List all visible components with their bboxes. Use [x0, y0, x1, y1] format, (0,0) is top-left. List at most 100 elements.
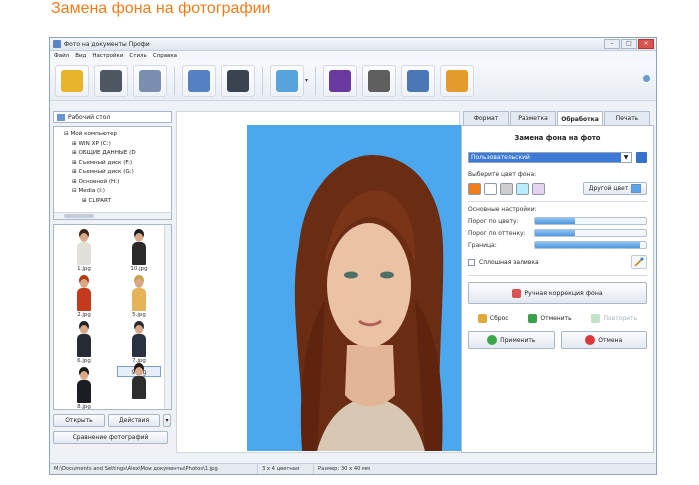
color-threshold-slider[interactable] — [534, 217, 647, 225]
divider — [468, 275, 647, 276]
color-swatch-gray[interactable] — [500, 182, 513, 195]
menu-settings[interactable]: Настройки — [92, 53, 123, 59]
solid-fill-checkbox[interactable] — [468, 258, 475, 266]
close-button[interactable]: × — [638, 39, 654, 49]
shop-button[interactable] — [440, 64, 475, 97]
check-icon — [487, 335, 498, 345]
actions-button[interactable]: Действия — [108, 414, 160, 427]
color-swatch-white[interactable] — [484, 182, 497, 195]
menu-file[interactable]: Файл — [54, 53, 69, 59]
person-button[interactable] — [182, 64, 216, 97]
thumbnail-item[interactable]: 2.jpg — [62, 274, 106, 318]
camera-button[interactable] — [221, 64, 255, 97]
save-floppy-icon — [100, 69, 122, 92]
video-button[interactable] — [362, 64, 397, 97]
open-folder-icon — [61, 69, 83, 92]
actions-dropdown-arrow-icon[interactable]: ▾ — [163, 414, 171, 427]
toolbar: ▾ — [50, 61, 656, 101]
help-dot-icon[interactable] — [643, 75, 650, 82]
thumbnail-scrollbar[interactable] — [164, 225, 171, 409]
processing-panel: Замена фона на фото Пользовательский ▼ В… — [461, 125, 654, 453]
cancel-icon — [585, 335, 596, 345]
color-swatch-lavender[interactable] — [532, 182, 545, 195]
apply-button[interactable]: Применить — [468, 331, 555, 349]
tab-print[interactable]: Печать — [604, 111, 650, 125]
open-button[interactable] — [55, 64, 89, 97]
cancel-button[interactable]: Отмена — [560, 331, 647, 349]
divider — [468, 201, 647, 202]
undo-button[interactable]: Отменить — [528, 314, 572, 323]
thumbnail-item-selected[interactable]: 9.jpg — [117, 366, 161, 399]
reset-button[interactable]: Сброс — [477, 314, 509, 323]
photo-thumbnail — [131, 367, 147, 399]
photo-thumbnail — [76, 371, 92, 403]
tree-item[interactable]: ⊟ Media (I:) — [64, 187, 171, 197]
photo-correction-button[interactable] — [270, 64, 304, 97]
folder-select[interactable]: Рабочий стол — [53, 111, 172, 123]
portrait-image — [294, 155, 444, 451]
thumbnail-item[interactable]: 1.jpg — [62, 228, 106, 272]
minimize-button[interactable]: – — [604, 39, 620, 49]
toolbar-separator — [315, 66, 317, 95]
thumbnail-item[interactable]: 8.jpg — [62, 366, 106, 410]
redo-button[interactable]: Повторить — [591, 314, 637, 323]
home-button[interactable] — [401, 64, 436, 97]
person-icon — [188, 69, 210, 92]
status-path: M:\Documents and Settings\Alex\Мои докум… — [50, 464, 258, 474]
tab-processing[interactable]: Обработка — [557, 111, 603, 126]
photo-thumbnail — [131, 279, 147, 311]
home-icon — [407, 69, 430, 92]
tree-item[interactable]: ⊞ CLIPART — [64, 197, 171, 207]
maximize-button[interactable]: □ — [621, 39, 637, 49]
tab-format[interactable]: Формат — [463, 111, 509, 125]
preset-select[interactable]: Пользовательский ▼ — [468, 152, 632, 163]
background-color-label: Выберите цвет фона: — [468, 171, 537, 178]
scroll-thumb[interactable] — [64, 214, 94, 218]
other-color-button[interactable]: Другой цвет — [583, 182, 647, 195]
menu-style[interactable]: Стиль — [129, 53, 146, 59]
folder-tree: ⊟ Мой компьютер ⊞ WIN XP (C:) ⊞ ОБЩИЕ ДА… — [53, 126, 172, 220]
color-threshold-label: Порог по цвету: — [468, 217, 519, 225]
camera-icon — [227, 69, 249, 92]
magic-wand-icon[interactable] — [631, 255, 647, 269]
chevron-down-icon: ▼ — [623, 154, 629, 161]
app-window: Фото на документы Профи – □ × Файл Вид Н… — [49, 37, 657, 475]
border-label: Граница: — [468, 241, 497, 249]
thumbnail-item[interactable]: 5.jpg — [117, 274, 161, 318]
color-swatch-light-blue[interactable] — [516, 182, 529, 195]
help-button[interactable] — [323, 64, 358, 97]
hue-threshold-slider[interactable] — [534, 229, 647, 237]
dropdown-arrow-icon[interactable]: ▾ — [305, 77, 308, 84]
tab-bar: Формат Разметка Обработка Печать — [461, 111, 654, 126]
panel-title: Замена фона на фото — [514, 134, 601, 142]
portrait-photo[interactable] — [247, 125, 492, 451]
tree-item[interactable]: ⊟ Мой компьютер — [64, 130, 171, 140]
other-color-preview — [631, 184, 642, 193]
right-panel: Формат Разметка Обработка Печать Замена … — [461, 111, 654, 453]
color-swatch-orange[interactable] — [468, 182, 481, 195]
thumbnail-item[interactable]: 7.jpg — [117, 320, 161, 364]
tree-item[interactable]: ⊞ Съемный диск (F:) — [64, 159, 171, 169]
print-button[interactable] — [133, 64, 167, 97]
save-button[interactable] — [94, 64, 128, 97]
menu-help[interactable]: Справка — [153, 53, 177, 59]
thumbnail-item[interactable]: 10.jpg — [117, 228, 161, 272]
menu-bar: Файл Вид Настройки Стиль Справка — [50, 51, 656, 61]
tree-item[interactable]: ⊞ Съемный диск (G:) — [64, 168, 171, 178]
manual-correction-button[interactable]: Ручная коррекция фона — [468, 282, 647, 304]
photo-thumbnail — [76, 233, 92, 265]
compare-photos-button[interactable]: Сравнение фотографий — [53, 431, 168, 444]
tree-item[interactable]: ⊞ ОБЩИЕ ДАННЫЕ (D — [64, 149, 171, 159]
tree-item[interactable]: ⊞ WIN XP (C:) — [64, 140, 171, 150]
solid-fill-label: Сплошная заливка — [479, 258, 539, 266]
open-photo-button[interactable]: Открыть — [53, 414, 105, 427]
thumbnail-item[interactable]: 6.jpg — [62, 320, 106, 364]
window-title: Фото на документы Профи — [64, 40, 150, 48]
tab-layout[interactable]: Разметка — [510, 111, 556, 125]
tree-item[interactable]: ⊞ Основной (H:) — [64, 178, 171, 188]
border-slider[interactable] — [534, 241, 647, 249]
menu-view[interactable]: Вид — [75, 53, 86, 59]
tree-horizontal-scrollbar[interactable] — [54, 212, 171, 219]
save-preset-icon[interactable] — [636, 152, 647, 163]
folder-select-value: Рабочий стол — [68, 113, 111, 121]
